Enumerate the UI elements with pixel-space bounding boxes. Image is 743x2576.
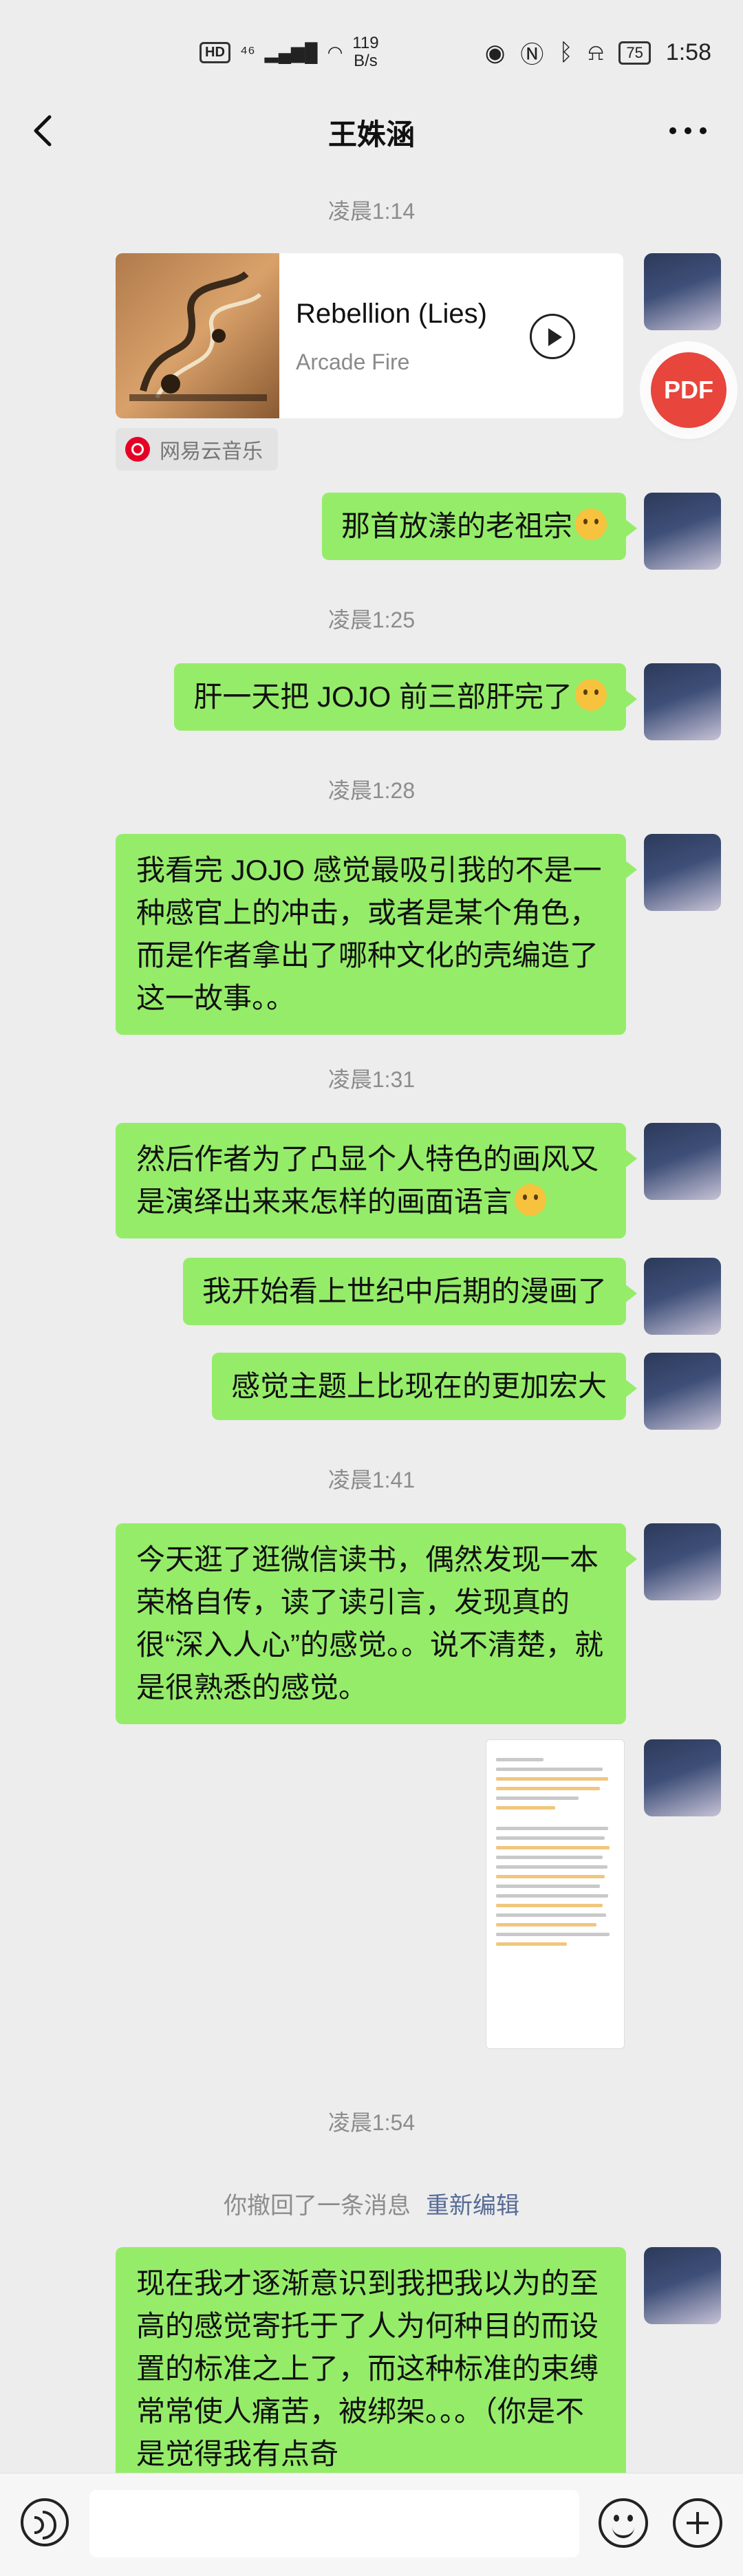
reedit-link[interactable]: 重新编辑	[426, 2193, 519, 2219]
message-bubble[interactable]: 然后作者为了凸显个人特色的画风又是演绎出来来怎样的画面语言	[116, 1123, 637, 1238]
avatar[interactable]	[644, 834, 721, 911]
avatar[interactable]	[644, 1353, 721, 1430]
nfc-icon: Ⓝ	[520, 42, 544, 68]
message-text: 今天逛了逛微信读书，偶然发现一本荣格自传，读了读引言，发现真的很“深入人心”的感…	[136, 1543, 603, 1704]
shared-image[interactable]	[486, 1739, 625, 2049]
song-title: Rebellion (Lies)	[296, 299, 487, 329]
avatar[interactable]	[644, 493, 721, 570]
message-text: 感觉主题上比现在的更加宏大	[230, 1370, 607, 1402]
timestamp: 凌晨1:54	[327, 2110, 416, 2135]
status-bar: HD ⁴⁶ ▂▄▆█ ◠ 119 B/s ◉ Ⓝ ᛒ ⍾ 75 1:58	[0, 0, 743, 103]
timestamp: 凌晨1:28	[327, 778, 416, 803]
input-bar	[0, 2473, 743, 2576]
network-label: ⁴⁶	[239, 41, 255, 63]
music-source-label: 网易云音乐	[116, 428, 278, 471]
chat-title: 王姝涵	[327, 118, 415, 151]
message-bubble[interactable]: 那首放漾的老祖宗	[321, 493, 638, 560]
avatar[interactable]	[644, 253, 721, 330]
avatar[interactable]	[644, 663, 721, 740]
status-right: ◉ Ⓝ ᛒ ⍾ 75 1:58	[485, 36, 711, 69]
mute-bell-icon: ⍾	[588, 39, 604, 65]
hd-badge: HD	[200, 41, 230, 63]
music-source-text: 网易云音乐	[160, 440, 263, 463]
message-bubble[interactable]: 今天逛了逛微信读书，偶然发现一本荣格自传，读了读引言，发现真的很“深入人心”的感…	[116, 1523, 637, 1724]
netease-music-icon	[125, 437, 150, 462]
bluetooth-icon: ᛒ	[559, 39, 573, 65]
pdf-float-button[interactable]: PDF	[651, 352, 726, 428]
message-bubble[interactable]: 肝一天把 JOJO 前三部肝完了	[174, 663, 637, 731]
message-bubble[interactable]: 现在我才逐渐意识到我把我以为的至高的感觉寄托于了人为何种目的而设置的标准之上了，…	[116, 2247, 626, 2481]
timestamp: 凌晨1:25	[327, 608, 416, 632]
timestamp: 凌晨1:14	[327, 199, 416, 224]
status-left: HD ⁴⁶ ▂▄▆█ ◠ 119 B/s	[200, 34, 379, 70]
message-text: 我看完 JOJO 感觉最吸引我的不是一种感官上的冲击，或者是某个角色，而是作者拿…	[136, 854, 602, 1014]
album-cover	[116, 253, 279, 418]
more-options-icon[interactable]	[660, 110, 715, 151]
music-share-card[interactable]: Rebellion (Lies) Arcade Fire	[116, 253, 623, 418]
signal-icon: ▂▄▆█	[264, 41, 318, 63]
recall-notice: 你撤回了一条消息 重新编辑	[0, 2187, 743, 2220]
emoji-icon[interactable]	[599, 2498, 648, 2548]
message-bubble[interactable]: 感觉主题上比现在的更加宏大	[211, 1353, 638, 1420]
avatar[interactable]	[644, 2247, 721, 2324]
avatar[interactable]	[644, 1123, 721, 1200]
timestamp: 凌晨1:41	[327, 1468, 416, 1492]
smile-emoji-icon	[575, 508, 607, 540]
avatar[interactable]	[644, 1739, 721, 1816]
avatar[interactable]	[644, 1258, 721, 1335]
voice-input-icon[interactable]	[21, 2498, 69, 2546]
angel-emoji-icon	[575, 679, 607, 711]
clock: 1:58	[665, 39, 711, 65]
message-text: 现在我才逐渐意识到我把我以为的至高的感觉寄托于了人为何种目的而设置的标准之上了，…	[136, 2267, 599, 2470]
song-artist: Arcade Fire	[296, 350, 410, 374]
speed-unit: B/s	[354, 52, 378, 70]
plus-icon[interactable]	[673, 2498, 722, 2548]
message-text: 肝一天把 JOJO 前三部肝完了	[193, 680, 572, 713]
network-speed: 119 B/s	[352, 34, 378, 70]
message-bubble[interactable]: 我看完 JOJO 感觉最吸引我的不是一种感官上的冲击，或者是某个角色，而是作者拿…	[116, 834, 637, 1035]
message-text: 我开始看上世纪中后期的漫画了	[202, 1275, 607, 1307]
eye-icon: ◉	[484, 39, 506, 66]
chat-header: 王姝涵	[0, 89, 743, 172]
avatar[interactable]	[644, 1523, 721, 1600]
message-input[interactable]	[89, 2490, 579, 2557]
smile-emoji-icon	[515, 1184, 547, 1216]
speed-value: 119	[352, 34, 379, 52]
play-icon[interactable]	[530, 314, 575, 359]
timestamp: 凌晨1:31	[327, 1067, 416, 1092]
recall-text: 你撤回了一条消息	[224, 2193, 411, 2219]
wifi-icon: ◠	[327, 41, 343, 63]
battery-indicator: 75	[618, 41, 651, 65]
message-bubble[interactable]: 我开始看上世纪中后期的漫画了	[182, 1258, 638, 1325]
message-text: 那首放漾的老祖宗	[341, 510, 572, 542]
